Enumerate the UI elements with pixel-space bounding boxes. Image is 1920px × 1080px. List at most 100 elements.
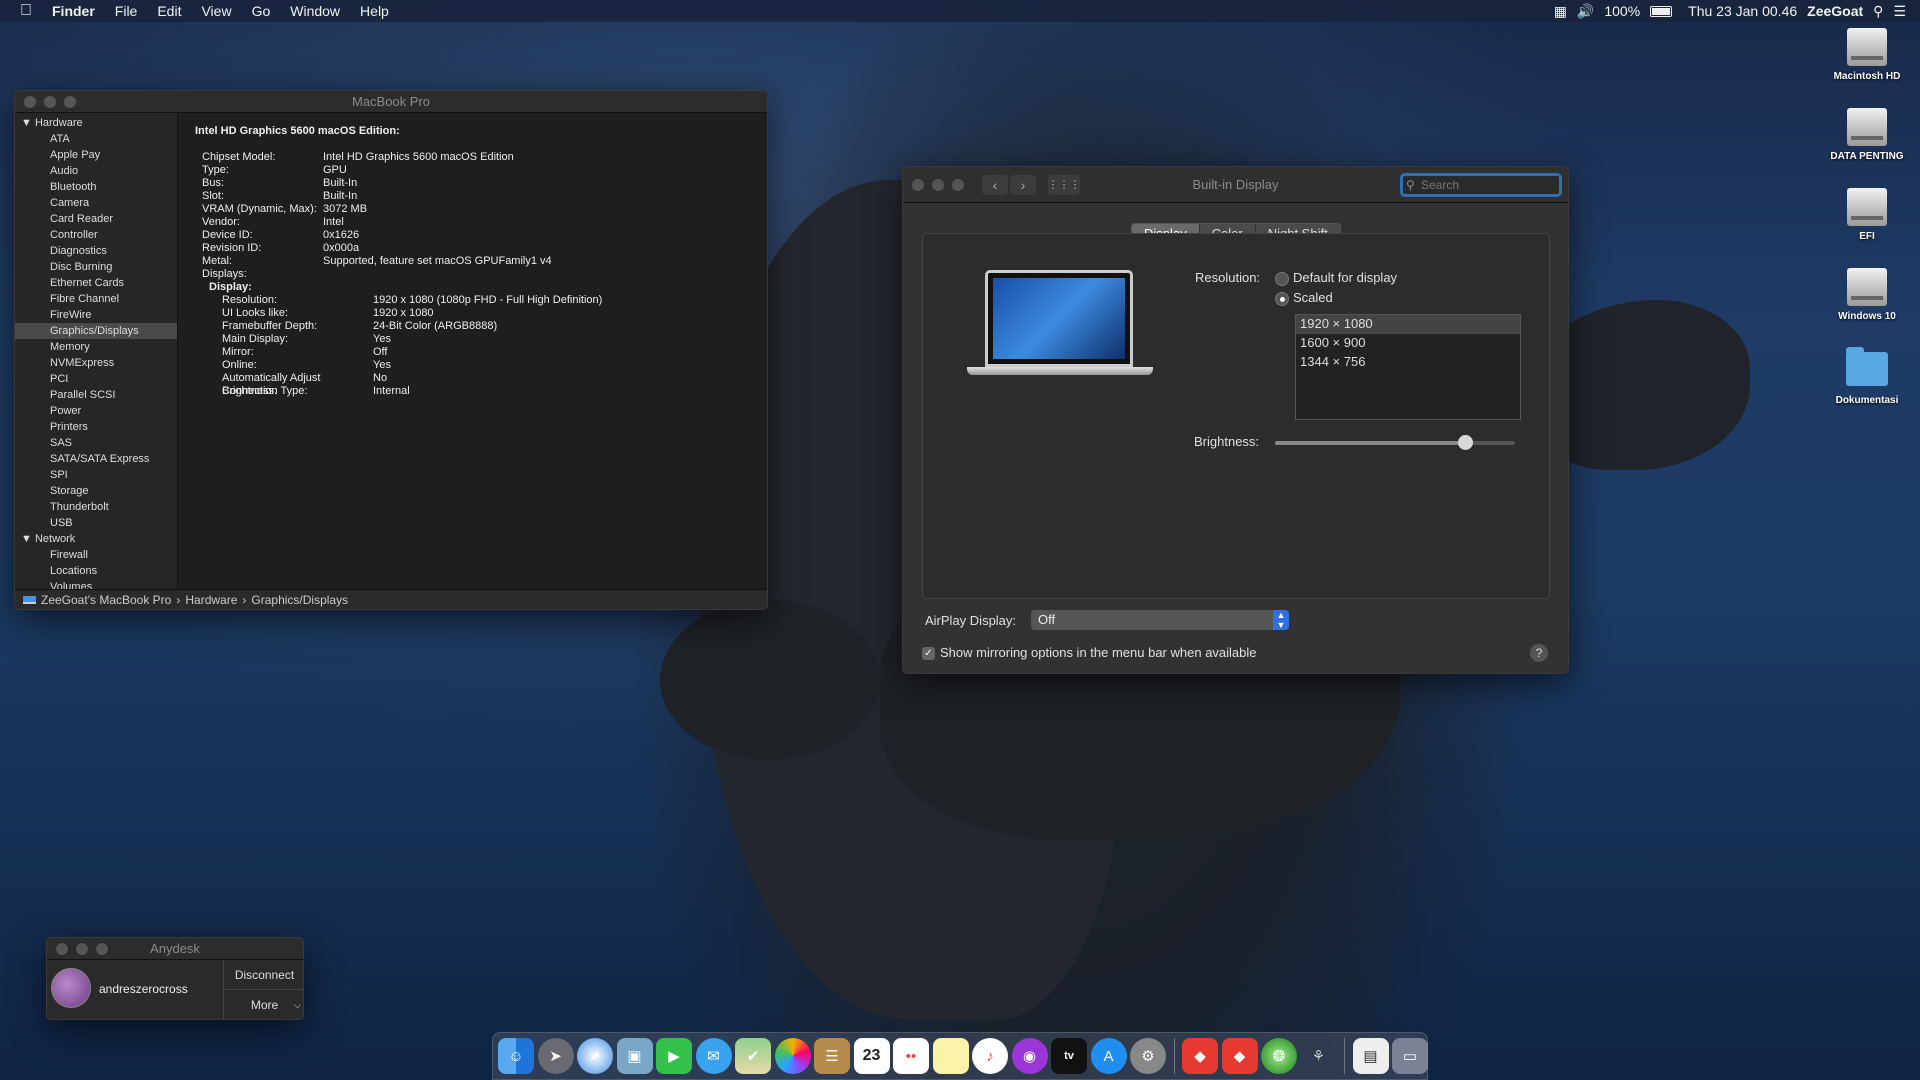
- sidebar-item-card-reader[interactable]: Card Reader: [15, 211, 177, 227]
- sidebar-item-fibre-channel[interactable]: Fibre Channel: [15, 291, 177, 307]
- list-item[interactable]: 1920 × 1080: [1296, 315, 1520, 334]
- dock-maps-icon[interactable]: ✔: [735, 1038, 771, 1074]
- path-segment[interactable]: ZeeGoat's MacBook Pro: [41, 593, 171, 607]
- back-button[interactable]: ‹: [982, 174, 1008, 195]
- sidebar-item-ethernet-cards[interactable]: Ethernet Cards: [15, 275, 177, 291]
- show-all-grid-icon[interactable]: ⋮⋮⋮: [1048, 174, 1081, 195]
- sidebar-item-controller[interactable]: Controller: [15, 227, 177, 243]
- minimize-button[interactable]: [44, 95, 56, 108]
- radio-default-for-display[interactable]: Default for display: [1275, 270, 1397, 286]
- desktop-icon-macintosh-hd[interactable]: Macintosh HD: [1817, 28, 1917, 82]
- dock-documents-icon[interactable]: ▤: [1352, 1038, 1389, 1074]
- radio-icon[interactable]: [1275, 291, 1289, 306]
- menu-go[interactable]: Go: [242, 3, 281, 19]
- dock-anydesk-2-icon[interactable]: ◆: [1221, 1038, 1258, 1074]
- dock-messages-icon[interactable]: ✉: [695, 1038, 732, 1074]
- dock-ios-app-icon[interactable]: ⚘: [1301, 1038, 1337, 1074]
- sidebar-item-diagnostics[interactable]: Diagnostics: [15, 243, 177, 259]
- sidebar-item-audio[interactable]: Audio: [15, 163, 177, 179]
- disconnect-button[interactable]: Disconnect: [224, 960, 303, 990]
- resolution-list[interactable]: 1920 × 1080 1600 × 900 1344 × 756: [1295, 314, 1521, 420]
- forward-button[interactable]: ›: [1010, 174, 1036, 195]
- clock[interactable]: Thu 23 Jan 00.46: [1682, 3, 1797, 19]
- dock-itunes-icon[interactable]: ♪: [972, 1038, 1008, 1074]
- path-segment[interactable]: Graphics/Displays: [251, 593, 348, 607]
- minimize-button[interactable]: [76, 942, 88, 955]
- dock-calendar-icon[interactable]: 23: [853, 1038, 890, 1074]
- slider-knob[interactable]: [1457, 435, 1473, 450]
- radio-icon[interactable]: [1275, 271, 1289, 286]
- desktop-icon-dokumentasi[interactable]: Dokumentasi: [1817, 347, 1917, 406]
- sidebar-item-firewire[interactable]: FireWire: [15, 307, 177, 323]
- list-item[interactable]: 1600 × 900: [1296, 334, 1520, 353]
- menu-edit[interactable]: Edit: [147, 3, 191, 19]
- sidebar-item-camera[interactable]: Camera: [15, 195, 177, 211]
- dock-safari-icon[interactable]: ➚: [577, 1038, 613, 1074]
- window-titlebar[interactable]: MacBook Pro: [15, 91, 767, 113]
- dock-appletv-icon[interactable]: tv: [1051, 1038, 1087, 1074]
- sidebar-item-usb[interactable]: USB: [15, 515, 177, 531]
- dock-reminders-icon[interactable]: ••: [893, 1038, 929, 1074]
- brightness-slider[interactable]: [1275, 435, 1515, 450]
- sidebar-item-firewall[interactable]: Firewall: [15, 547, 177, 563]
- notification-center-icon[interactable]: ☰: [1893, 3, 1906, 20]
- sidebar-item-apple-pay[interactable]: Apple Pay: [15, 147, 177, 163]
- sidebar-item-locations[interactable]: Locations: [15, 563, 177, 579]
- sidebar-item-graphics-displays[interactable]: Graphics/Displays: [15, 323, 177, 339]
- minimize-button[interactable]: [932, 178, 944, 191]
- menu-window[interactable]: Window: [280, 3, 350, 19]
- battery-icon[interactable]: [1650, 5, 1673, 17]
- dock-appstore-icon[interactable]: A: [1090, 1038, 1127, 1074]
- dock-stickies-icon[interactable]: [932, 1038, 969, 1074]
- dock-photos-icon[interactable]: [774, 1038, 811, 1074]
- search-input[interactable]: ⚲ Search: [1400, 173, 1562, 197]
- mirror-checkbox[interactable]: ✓ Show mirroring options in the menu bar …: [922, 645, 1257, 661]
- sidebar-item-pci[interactable]: PCI: [15, 371, 177, 387]
- user-name[interactable]: ZeeGoat: [1807, 3, 1863, 19]
- disclosure-triangle-icon[interactable]: ▼: [21, 117, 32, 129]
- window-titlebar[interactable]: ‹ › ⋮⋮⋮ Built-in Display ⚲ Search: [903, 167, 1568, 203]
- dock-podcasts-icon[interactable]: ◉: [1011, 1038, 1048, 1074]
- sidebar-item-printers[interactable]: Printers: [15, 419, 177, 435]
- sidebar-group-hardware[interactable]: ▼ Hardware: [15, 115, 177, 131]
- sidebar-item-thunderbolt[interactable]: Thunderbolt: [15, 499, 177, 515]
- dock-trash-icon[interactable]: ▭: [1392, 1038, 1428, 1074]
- spotlight-search-icon[interactable]: ⚲: [1873, 3, 1883, 20]
- sidebar-item-sas[interactable]: SAS: [15, 435, 177, 451]
- sidebar-item-storage[interactable]: Storage: [15, 483, 177, 499]
- dock-network-radar-icon[interactable]: ❂: [1261, 1038, 1297, 1074]
- window-titlebar[interactable]: Anydesk: [47, 938, 303, 960]
- airplay-select[interactable]: Off ▲ ▼: [1031, 610, 1289, 630]
- dock-notes-icon[interactable]: ☰: [814, 1038, 850, 1074]
- desktop-icon-windows-10[interactable]: Windows 10: [1817, 268, 1917, 322]
- sidebar-item-disc-burning[interactable]: Disc Burning: [15, 259, 177, 275]
- checkmark-icon[interactable]: ✓: [922, 647, 935, 661]
- close-button[interactable]: [24, 95, 36, 108]
- apple-icon[interactable]: : [0, 2, 42, 20]
- sidebar-item-bluetooth[interactable]: Bluetooth: [15, 179, 177, 195]
- help-button[interactable]: ?: [1530, 644, 1548, 662]
- menu-file[interactable]: File: [105, 3, 148, 19]
- menu-app-finder[interactable]: Finder: [42, 3, 105, 19]
- sidebar-item-nvmexpress[interactable]: NVMExpress: [15, 355, 177, 371]
- list-item[interactable]: 1344 × 756: [1296, 353, 1520, 372]
- dock-launchpad-icon[interactable]: ➤: [537, 1038, 574, 1074]
- path-segment[interactable]: Hardware: [185, 593, 237, 607]
- activity-icon[interactable]: ▦: [1554, 3, 1567, 20]
- sidebar-item-sata[interactable]: SATA/SATA Express: [15, 451, 177, 467]
- sidebar-group-network[interactable]: ▼ Network: [15, 531, 177, 547]
- close-button[interactable]: [56, 942, 68, 955]
- zoom-button[interactable]: [96, 942, 108, 955]
- dock-anydesk-icon[interactable]: ◆: [1182, 1038, 1218, 1074]
- menu-help[interactable]: Help: [350, 3, 399, 19]
- radio-scaled[interactable]: Scaled: [1275, 290, 1333, 306]
- zoom-button[interactable]: [952, 178, 964, 191]
- battery-percent[interactable]: 100%: [1604, 3, 1640, 19]
- sidebar-item-parallel-scsi[interactable]: Parallel SCSI: [15, 387, 177, 403]
- menu-view[interactable]: View: [191, 3, 241, 19]
- desktop-icon-data-penting[interactable]: DATA PENTING: [1817, 108, 1917, 162]
- zoom-button[interactable]: [64, 95, 76, 108]
- desktop-icon-efi[interactable]: EFI: [1817, 188, 1917, 242]
- disclosure-triangle-icon[interactable]: ▼: [21, 533, 32, 545]
- sidebar-item-memory[interactable]: Memory: [15, 339, 177, 355]
